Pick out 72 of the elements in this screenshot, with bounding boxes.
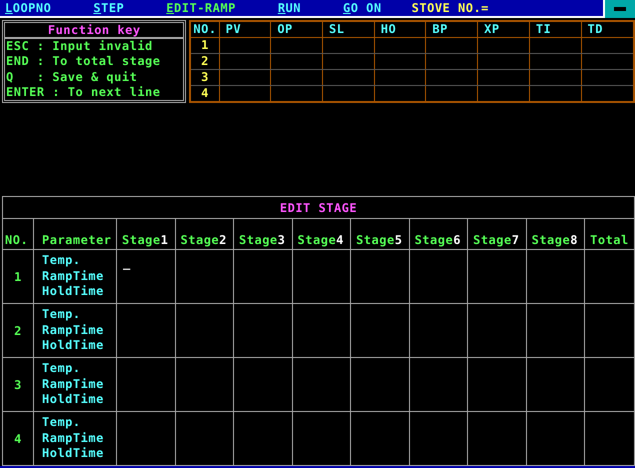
table-cell (478, 53, 530, 70)
parameter-label: HoldTime (42, 392, 105, 408)
table-cell (374, 53, 426, 70)
stove-label: STOVE NO.= (412, 0, 489, 15)
row-number: 3 (190, 69, 220, 86)
parameter-label: HoldTime (42, 284, 105, 300)
column-header: OP (270, 20, 323, 38)
table-title: EDIT STAGE (2, 196, 634, 219)
table-cell (426, 69, 478, 86)
table-cell (426, 37, 478, 54)
table-cell (529, 69, 582, 86)
column-header: Stage7 (468, 218, 526, 250)
table-cell (529, 37, 582, 54)
table-cell (322, 53, 374, 70)
text-cursor: _ (123, 256, 131, 270)
panel-title: Function key (5, 22, 184, 39)
column-header: Stage4 (292, 218, 351, 250)
table-cell (270, 69, 323, 86)
menu-item[interactable]: EDIT-RAMP (166, 0, 236, 15)
parameter-label: RampTime (42, 376, 105, 392)
table-cell (529, 53, 582, 70)
column-header: NO. (2, 218, 34, 250)
table-cell (219, 69, 271, 86)
table-cell (322, 69, 374, 86)
parameter-label: RampTime (42, 430, 105, 446)
row-number: 3 (2, 358, 34, 412)
parameter-label: Temp. (42, 361, 82, 377)
menu-item[interactable]: RUN (278, 0, 301, 15)
row-number: 1 (2, 250, 34, 304)
key-hint: ENTER : To next line (6, 85, 162, 101)
column-header: HO (374, 20, 426, 38)
column-header: Stage2 (175, 218, 234, 250)
table-cell (322, 37, 374, 54)
column-header: NO. (190, 20, 220, 38)
table-cell (270, 37, 323, 54)
table-cell (219, 53, 271, 70)
column-header: Total (584, 218, 634, 250)
column-header: Stage8 (526, 218, 585, 250)
row-number: 1 (190, 37, 220, 54)
column-header: Stage6 (409, 218, 468, 250)
column-header: PV (219, 20, 271, 38)
row-number: 2 (190, 53, 220, 70)
minimize-button[interactable] (603, 0, 635, 18)
parameter-label: Temp. (42, 253, 82, 269)
parameter-label: HoldTime (42, 338, 105, 354)
column-header: Parameter (34, 218, 116, 250)
table-cell (426, 53, 478, 70)
parameter-label: Temp. (42, 307, 82, 323)
parameter-label: RampTime (42, 268, 105, 284)
column-header: TI (529, 20, 582, 38)
table-cell (219, 37, 271, 54)
menu-item[interactable]: LOOPNO (5, 0, 52, 15)
parameter-label: RampTime (42, 322, 105, 338)
column-header: XP (478, 20, 530, 38)
table-cell (374, 37, 426, 54)
key-hint: END : To total stage (6, 54, 162, 70)
column-header: SL (322, 20, 374, 38)
key-hint: Q : Save & quit (6, 70, 138, 86)
table-cell (374, 69, 426, 86)
table-cell (478, 69, 530, 86)
parameter-label: HoldTime (42, 446, 105, 462)
row-number: 2 (2, 304, 34, 358)
table-cell (270, 53, 323, 70)
column-header: BP (426, 20, 478, 38)
column-header: Stage1 (116, 218, 176, 250)
parameter-label: Temp. (42, 415, 82, 431)
menu-item[interactable]: GO ON (343, 0, 382, 15)
key-hint: ESC : Input invalid (6, 38, 154, 54)
menu-item[interactable]: STEP (93, 0, 124, 15)
column-header: Stage5 (350, 218, 410, 250)
column-header: Stage3 (234, 218, 292, 250)
table-cell (478, 37, 530, 54)
